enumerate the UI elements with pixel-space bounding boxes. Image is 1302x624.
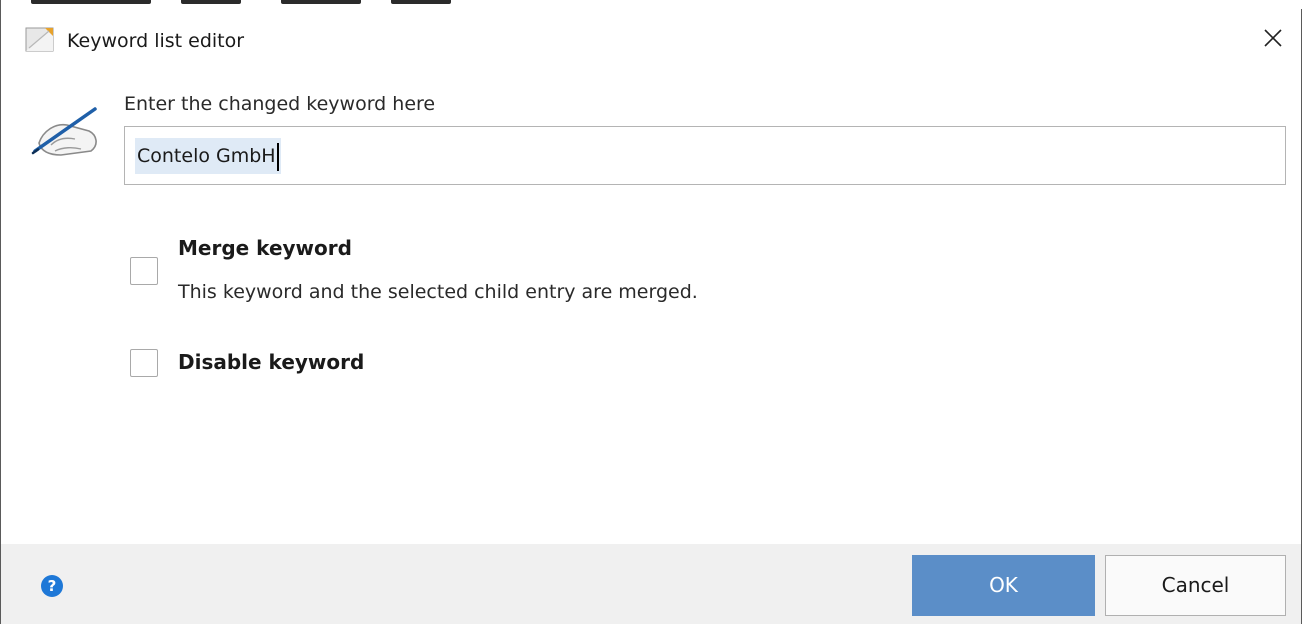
keyword-input[interactable]: Contelo GmbH xyxy=(124,126,1286,185)
close-icon xyxy=(1264,29,1282,47)
keyword-list-editor-dialog: Keyword list editor Enter the changed ke… xyxy=(0,0,1302,624)
close-button[interactable] xyxy=(1257,22,1289,54)
disable-keyword-label[interactable]: Disable keyword xyxy=(178,349,364,375)
window-title: Keyword list editor xyxy=(67,30,245,52)
app-window-icon xyxy=(25,27,54,52)
keyword-input-value[interactable]: Contelo GmbH xyxy=(135,138,281,174)
ok-button[interactable]: OK xyxy=(912,555,1095,616)
help-icon[interactable]: ? xyxy=(41,575,63,597)
merge-keyword-checkbox[interactable] xyxy=(130,257,158,285)
title-bar: Keyword list editor xyxy=(1,8,1301,58)
merge-keyword-label[interactable]: Merge keyword xyxy=(178,235,352,261)
merge-keyword-description: This keyword and the selected child entr… xyxy=(178,281,698,303)
keyword-field-label: Enter the changed keyword here xyxy=(124,93,436,115)
disable-keyword-checkbox[interactable] xyxy=(130,349,158,377)
text-caret xyxy=(276,142,279,171)
cancel-button[interactable]: Cancel xyxy=(1105,555,1286,616)
dialog-footer: ? OK Cancel xyxy=(1,544,1301,624)
pen-hand-icon xyxy=(31,107,97,156)
keyword-text: Contelo GmbH xyxy=(137,145,276,167)
